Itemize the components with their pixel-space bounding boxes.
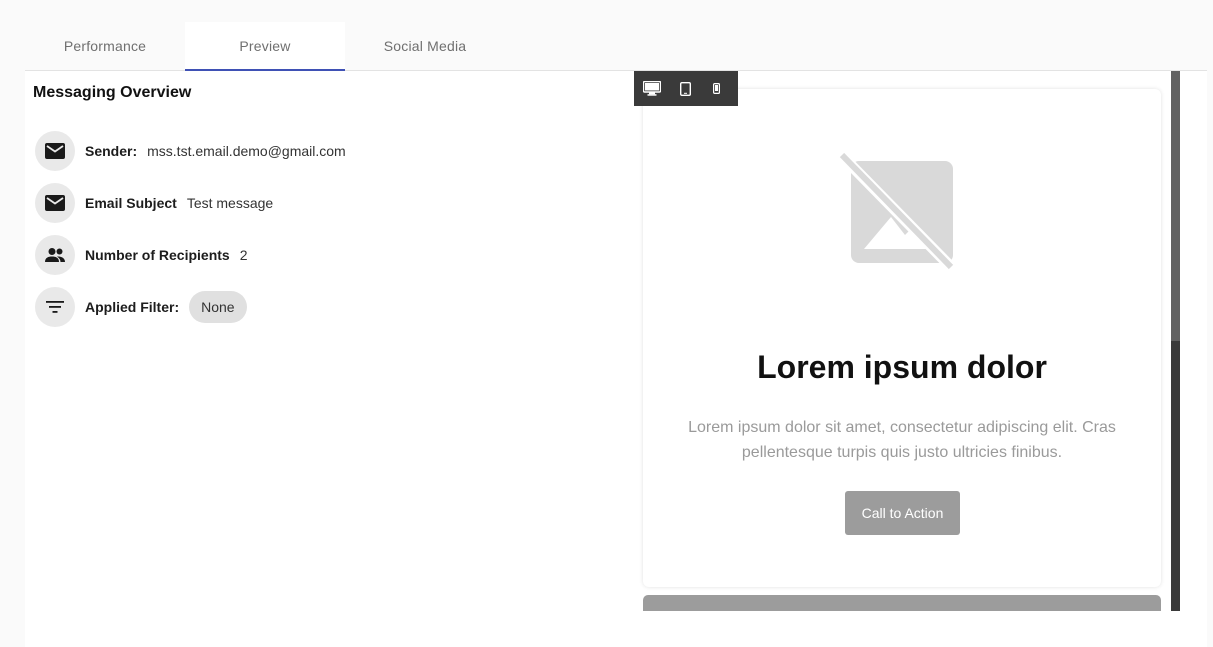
sender-value: mss.tst.email.demo@gmail.com (147, 143, 346, 159)
mail-icon (35, 131, 75, 171)
filter-icon (35, 287, 75, 327)
call-to-action-button[interactable]: Call to Action (845, 491, 960, 535)
tablet-icon (680, 81, 691, 96)
filter-row: Applied Filter: None (35, 287, 247, 327)
subject-value: Test message (186, 195, 274, 211)
subject-label: Email Subject (85, 195, 177, 211)
filter-chip[interactable]: None (189, 291, 247, 323)
overview-title: Messaging Overview (33, 84, 192, 101)
tab-content: Messaging Overview Sender: mss.tst.email… (25, 71, 1207, 647)
tablet-view-button[interactable] (670, 71, 701, 106)
device-toggle-bar (634, 71, 738, 106)
phone-view-button[interactable] (701, 71, 732, 106)
tab-performance[interactable]: Performance (25, 22, 185, 70)
tab-bar: Performance Preview Social Media (25, 22, 1207, 71)
desktop-view-button[interactable] (634, 71, 670, 106)
subject-row: Email Subject Test message (35, 183, 273, 223)
recipients-label: Number of Recipients (85, 247, 230, 263)
email-footer-block (643, 595, 1161, 611)
filter-label: Applied Filter: (85, 299, 180, 315)
sender-row: Sender: mss.tst.email.demo@gmail.com (35, 131, 346, 171)
mail-icon (35, 183, 75, 223)
phone-icon (713, 83, 720, 94)
recipients-row: Number of Recipients 2 (35, 235, 248, 275)
email-heading: Lorem ipsum dolor (757, 349, 1047, 385)
people-icon (35, 235, 75, 275)
sender-label: Sender: (85, 143, 138, 159)
email-body-text: Lorem ipsum dolor sit amet, consectetur … (688, 419, 1116, 461)
image-not-supported-icon (839, 153, 955, 271)
tab-preview[interactable]: Preview (185, 22, 345, 71)
email-preview-pane: Lorem ipsum dolor Lorem ipsum dolor sit … (634, 71, 1180, 611)
email-card: Lorem ipsum dolor Lorem ipsum dolor sit … (643, 89, 1161, 587)
tab-social-media[interactable]: Social Media (345, 22, 505, 70)
recipients-value: 2 (239, 247, 248, 263)
desktop-icon (643, 81, 661, 96)
scrollbar-thumb[interactable] (1171, 71, 1180, 341)
preview-scrollbar[interactable] (1171, 71, 1180, 611)
